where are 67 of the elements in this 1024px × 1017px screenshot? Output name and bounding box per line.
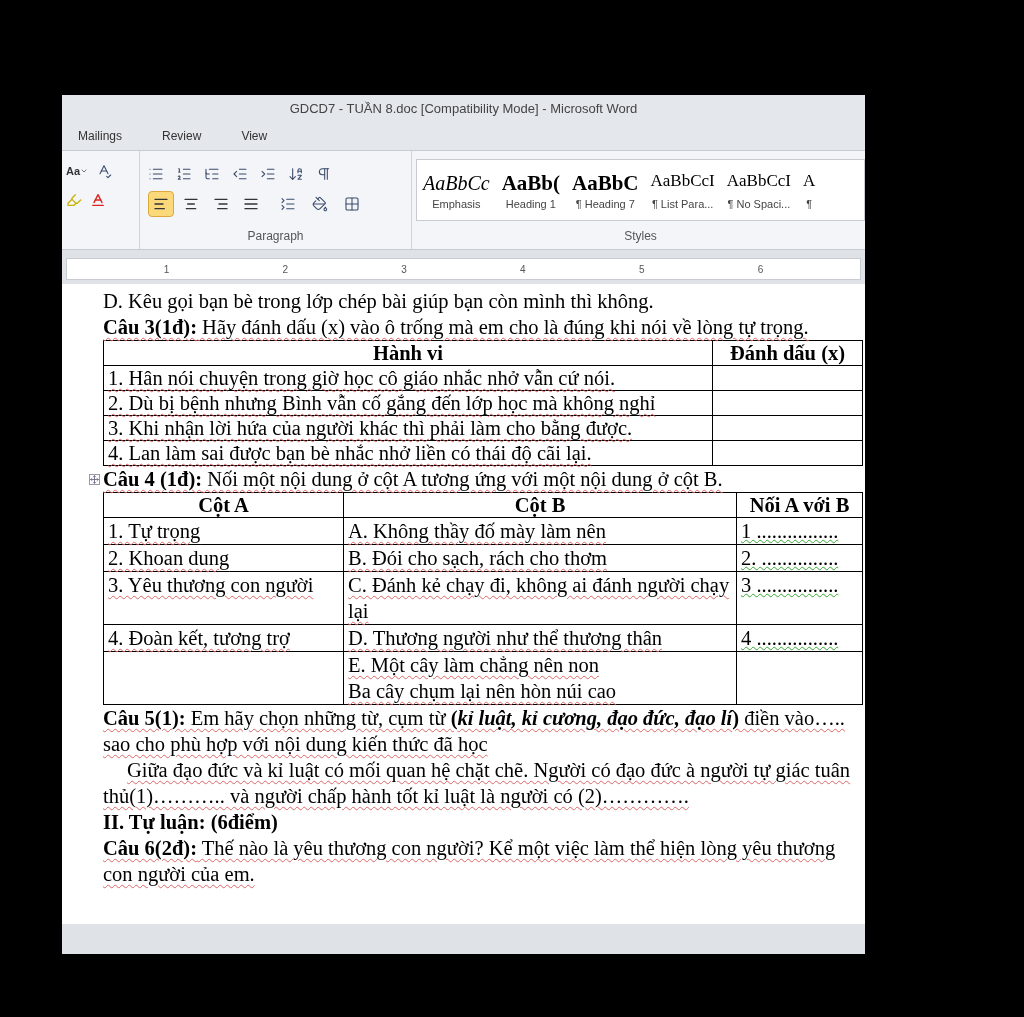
borders-icon[interactable] <box>344 196 360 212</box>
style-tile[interactable]: AaBbCcI ¶ No Spaci... <box>720 167 797 213</box>
table-cell: 2. Dù bị bệnh nhưng Bình vẫn cố gắng đến lớp học mà không nghỉ <box>103 390 713 416</box>
style-tile[interactable]: AaBbC ¶ Heading 7 <box>566 167 645 213</box>
align-icon <box>183 196 199 212</box>
style-tile[interactable]: A ¶ <box>797 167 822 213</box>
align-icon <box>243 196 259 212</box>
ruler-number: 2 <box>282 262 288 277</box>
numbering-icon[interactable] <box>176 166 192 182</box>
align-button[interactable] <box>148 191 174 217</box>
ribbon-tab[interactable]: Review <box>158 127 206 145</box>
spell-check-icon[interactable] <box>96 163 113 180</box>
table-header: Đánh dấu (x) <box>712 340 863 366</box>
table-cell-text: E. Một cây làm chẳng nên non <box>348 653 601 678</box>
table-header: Cột B <box>343 492 737 518</box>
section-heading: II. Tự luận: (6điểm) <box>103 810 279 835</box>
paragraph: Câu 6(2đ): Thế nào là yêu thương con người? Kể một việc làm thể hiện lòng yêu thương con người của em. <box>103 836 837 887</box>
ribbon-tab[interactable]: View <box>237 127 272 145</box>
pilcrow-icon[interactable] <box>316 166 332 182</box>
ribbon-tab[interactable]: Mailings <box>74 127 126 145</box>
table-cell-text: Ba cây chụm lại nên hòn núi cao <box>348 679 618 704</box>
decrease-indent-icon[interactable] <box>232 166 248 182</box>
bullets-icon[interactable] <box>148 166 164 182</box>
window-title: GDCD7 - TUẦN 8.doc [Compatibility Mode] - Microsoft Word <box>62 95 865 122</box>
font-color-icon[interactable] <box>90 191 106 208</box>
ruler-number: 3 <box>401 262 407 277</box>
sort-icon[interactable] <box>288 166 304 182</box>
table-cell: 2. ............... <box>741 547 839 569</box>
table-header: Cột A <box>103 492 344 518</box>
table-cell: 2. Khoan dung <box>108 547 230 569</box>
table-cell: 3. Yêu thương con người <box>108 574 314 596</box>
style-tile[interactable]: AaBb( Heading 1 <box>495 167 566 213</box>
paragraph: Câu 5(1): Em hãy chọn những từ, cụm từ (kỉ luật, kỉ cương, đạo đức, đạo lí) điền vào….. sao cho phù hợp với nội dung kiến thức đã học <box>103 706 846 757</box>
change-case-button[interactable]: Aa <box>66 163 89 180</box>
ruler-number: 5 <box>638 262 645 277</box>
style-tile[interactable]: AaBbCcI ¶ List Para... <box>644 167 721 213</box>
table-cell: 3 ................ <box>741 574 839 596</box>
ruler-number: 4 <box>520 262 526 277</box>
table-cell-text: B. Đói cho sạch, rách cho thơm <box>348 546 609 571</box>
table-cell: 4. Đoàn kết, tương trợ <box>108 627 290 649</box>
table-cell: 3. Khi nhận lời hứa của người khác thì phải làm cho bằng được. <box>103 415 713 441</box>
table-header: Hành vi <box>103 340 713 366</box>
table-cell-text: A. Không thầy đố mày làm nên <box>348 519 607 544</box>
table-cell: 1. Hân nói chuyện trong giờ học cô giáo nhắc nhở vẫn cứ nói. <box>103 365 713 391</box>
paragraph: Câu 3(1đ): Hãy đánh dấu (x) vào ô trống mà em cho là đúng khi nói về lòng tự trọng. <box>103 315 810 340</box>
table-cell-text: D. Thương người như thể thương thân <box>348 626 664 651</box>
group-label: Styles <box>624 228 657 245</box>
align-icon <box>153 196 169 212</box>
ruler-number: 1 <box>163 262 170 277</box>
multilevel-list-icon[interactable] <box>204 166 220 182</box>
shading-icon[interactable] <box>312 196 328 212</box>
paragraph: Giữa đạo đức và kỉ luật có mối quan hệ chặt chẽ. Người có đạo đức à người tự giác tuân thủ(1)……….. và người chấp hành tốt kỉ luật là người có (2)…………. <box>103 758 852 809</box>
paragraph: Câu 4 (1đ): Nối một nội dung ở cột A tương ứng với một nội dung ở cột B. <box>103 467 723 492</box>
table-cell: 1. Tự trọng <box>108 520 201 542</box>
group-label: Paragraph <box>247 228 304 245</box>
increase-indent-icon[interactable] <box>260 166 276 182</box>
table-cell-text: C. Đánh kẻ chạy đi, không ai đánh người chạy lại <box>348 573 731 624</box>
table-cell: 4. Lan làm sai được bạn bè nhắc nhở liền có thái độ cãi lại. <box>103 440 713 466</box>
paragraph: D. Kêu gọi bạn bè trong lớp chép bài giúp bạn còn mình thì không. <box>103 289 655 314</box>
align-icon <box>213 196 229 212</box>
line-spacing-icon[interactable] <box>280 196 296 212</box>
table-cell: 1 ................ <box>741 520 839 542</box>
table-cell: 4 ................ <box>741 627 839 649</box>
ruler-number: 6 <box>757 262 764 277</box>
style-tile[interactable]: AaBbCc Emphasis <box>417 167 496 213</box>
table-header: Nối A với B <box>736 492 863 518</box>
table-move-handle-icon[interactable] <box>89 473 100 485</box>
